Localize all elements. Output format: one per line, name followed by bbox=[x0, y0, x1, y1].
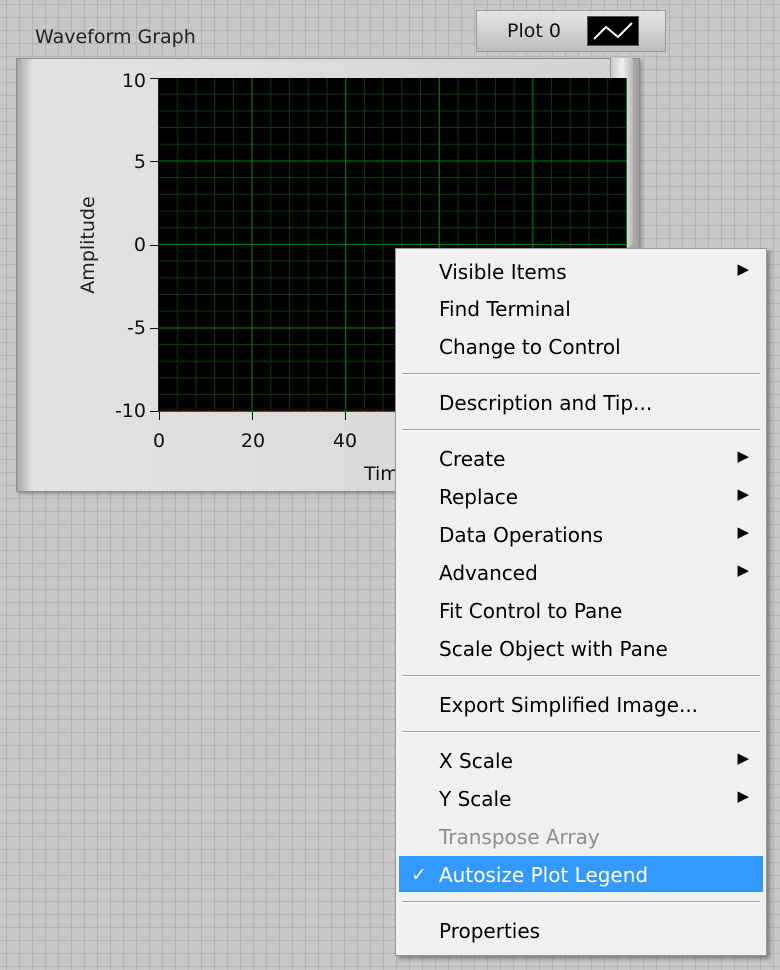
menu-item-label: Replace bbox=[439, 485, 519, 509]
x-tick-mark bbox=[345, 412, 346, 420]
menu-item-label: Create bbox=[439, 447, 506, 471]
submenu-arrow-icon: ▶ bbox=[737, 260, 749, 278]
menu-item-label: Properties bbox=[439, 919, 541, 943]
menu-item-x-scale[interactable]: X Scale ▶ bbox=[399, 742, 763, 778]
menu-item-replace[interactable]: Replace ▶ bbox=[399, 478, 763, 514]
checkmark-icon: ✓ bbox=[411, 864, 427, 886]
menu-item-advanced[interactable]: Advanced ▶ bbox=[399, 554, 763, 590]
menu-item-label: Change to Control bbox=[439, 335, 621, 359]
context-menu: Visible Items ▶ Find Terminal Change to … bbox=[395, 248, 767, 956]
menu-separator bbox=[402, 429, 760, 431]
menu-item-change-to-control[interactable]: Change to Control bbox=[399, 328, 763, 364]
y-tick-label[interactable]: -5 bbox=[88, 317, 146, 339]
menu-item-properties[interactable]: Properties bbox=[399, 912, 763, 948]
submenu-arrow-icon: ▶ bbox=[737, 561, 749, 579]
x-tick-label[interactable]: 20 bbox=[241, 430, 265, 452]
menu-item-label: Visible Items bbox=[439, 260, 567, 284]
menu-item-autosize-plot-legend[interactable]: ✓ Autosize Plot Legend bbox=[399, 856, 763, 892]
menu-separator bbox=[402, 901, 760, 903]
plot-legend[interactable]: Plot 0 bbox=[476, 10, 666, 52]
menu-item-visible-items[interactable]: Visible Items ▶ bbox=[399, 253, 763, 289]
menu-item-label: Transpose Array bbox=[439, 825, 600, 849]
menu-separator bbox=[402, 373, 760, 375]
menu-item-label: X Scale bbox=[439, 749, 513, 773]
menu-item-label: Export Simplified Image... bbox=[439, 693, 699, 717]
menu-item-data-operations[interactable]: Data Operations ▶ bbox=[399, 516, 763, 552]
menu-item-label: Data Operations bbox=[439, 523, 604, 547]
y-tick-mark bbox=[150, 78, 158, 79]
menu-item-label: Description and Tip... bbox=[439, 391, 653, 415]
menu-item-label: Find Terminal bbox=[439, 297, 571, 321]
menu-item-label: Autosize Plot Legend bbox=[439, 863, 649, 887]
menu-item-find-terminal[interactable]: Find Terminal bbox=[399, 290, 763, 326]
y-tick-mark bbox=[150, 245, 158, 246]
x-tick-mark bbox=[159, 412, 160, 420]
menu-item-label: Advanced bbox=[439, 561, 538, 585]
submenu-arrow-icon: ▶ bbox=[737, 447, 749, 465]
menu-item-transpose-array: Transpose Array bbox=[399, 818, 763, 854]
y-tick-label[interactable]: -10 bbox=[88, 400, 146, 422]
submenu-arrow-icon: ▶ bbox=[737, 749, 749, 767]
menu-item-fit-control-to-pane[interactable]: Fit Control to Pane bbox=[399, 592, 763, 628]
legend-plot-name: Plot 0 bbox=[507, 20, 561, 42]
y-tick-label[interactable]: 10 bbox=[88, 70, 146, 92]
y-tick-label[interactable]: 5 bbox=[88, 151, 146, 173]
menu-item-create[interactable]: Create ▶ bbox=[399, 440, 763, 476]
menu-item-label: Scale Object with Pane bbox=[439, 637, 668, 661]
x-tick-mark bbox=[252, 412, 253, 420]
menu-item-label: Y Scale bbox=[439, 787, 512, 811]
submenu-arrow-icon: ▶ bbox=[737, 787, 749, 805]
menu-separator bbox=[402, 675, 760, 677]
plot-line-swatch-icon[interactable] bbox=[587, 16, 639, 46]
menu-item-scale-object-with-pane[interactable]: Scale Object with Pane bbox=[399, 630, 763, 666]
menu-item-y-scale[interactable]: Y Scale ▶ bbox=[399, 780, 763, 816]
menu-item-export-simplified-image[interactable]: Export Simplified Image... bbox=[399, 686, 763, 722]
graph-label: Waveform Graph bbox=[35, 26, 196, 48]
y-tick-mark bbox=[150, 328, 158, 329]
x-axis-title[interactable]: Tim bbox=[364, 463, 399, 485]
submenu-arrow-icon: ▶ bbox=[737, 485, 749, 503]
menu-item-label: Fit Control to Pane bbox=[439, 599, 623, 623]
y-tick-mark bbox=[150, 161, 158, 162]
x-tick-label[interactable]: 40 bbox=[333, 430, 357, 452]
x-tick-label[interactable]: 0 bbox=[153, 430, 165, 452]
menu-item-description-and-tip[interactable]: Description and Tip... bbox=[399, 384, 763, 420]
submenu-arrow-icon: ▶ bbox=[737, 523, 749, 541]
y-tick-mark bbox=[150, 411, 158, 412]
menu-separator bbox=[402, 731, 760, 733]
y-tick-label[interactable]: 0 bbox=[88, 234, 146, 256]
